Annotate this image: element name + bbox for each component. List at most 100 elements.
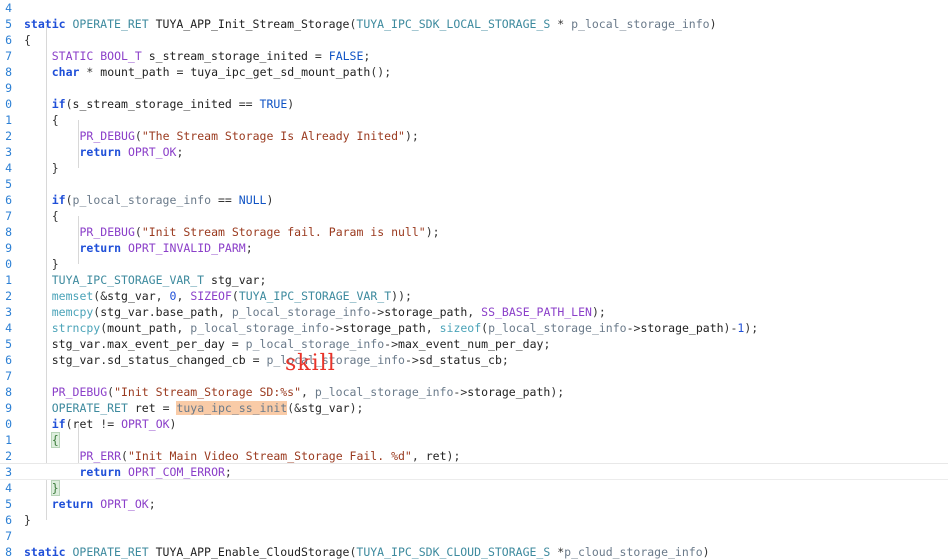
code-line[interactable]: 0 } xyxy=(0,256,948,272)
line-number: 5 xyxy=(5,17,12,31)
code-text: } xyxy=(50,480,60,496)
code-text: TUYA_IPC_STORAGE_VAR_T stg_var; xyxy=(51,273,267,287)
code-line[interactable]: 8 char * mount_path = tuya_ipc_get_sd_mo… xyxy=(0,64,948,80)
line-number: 4 xyxy=(5,161,12,175)
line-number: 4 xyxy=(5,481,12,495)
line-number: 6 xyxy=(5,513,12,527)
code-line[interactable]: 3 return OPRT_COM_ERROR; xyxy=(0,463,948,480)
code-line[interactable]: 4 strncpy(mount_path, p_local_storage_in… xyxy=(0,320,948,336)
code-line[interactable]: 2 memset(&stg_var, 0, SIZEOF(TUYA_IPC_ST… xyxy=(0,288,948,304)
code-line[interactable]: 6 if(p_local_storage_info == NULL) xyxy=(0,192,948,208)
code-text: if(ret != OPRT_OK) xyxy=(51,417,177,431)
line-number: 3 xyxy=(5,465,12,479)
code-line[interactable]: 5 stg_var.max_event_per_day = p_local_st… xyxy=(0,336,948,352)
code-text: return OPRT_OK; xyxy=(51,497,156,511)
code-text: return OPRT_INVALID_PARM; xyxy=(79,241,253,255)
line-number: 5 xyxy=(5,177,12,191)
code-line[interactable]: 0 if(ret != OPRT_OK) xyxy=(0,416,948,432)
code-line[interactable]: 8 PR_DEBUG("Init Stream_Storage SD:%s", … xyxy=(0,384,948,400)
line-number: 8 xyxy=(5,385,12,399)
code-text: return OPRT_COM_ERROR; xyxy=(79,465,232,479)
code-text: PR_DEBUG("Init Stream_Storage SD:%s", p_… xyxy=(51,385,565,399)
line-number: 3 xyxy=(5,305,12,319)
line-number: 9 xyxy=(5,401,12,415)
code-line[interactable]: 4 } xyxy=(0,480,948,496)
code-text: if(s_stream_storage_inited == TRUE) xyxy=(51,97,295,111)
line-number: 5 xyxy=(5,497,12,511)
code-line[interactable]: 1 TUYA_IPC_STORAGE_VAR_T stg_var; xyxy=(0,272,948,288)
code-line[interactable]: 6} xyxy=(0,512,948,528)
line-number: 3 xyxy=(5,145,12,159)
code-text: PR_DEBUG("The Stream Storage Is Already … xyxy=(79,129,419,143)
code-line[interactable]: 1 { xyxy=(0,432,948,448)
code-text: static OPERATE_RET TUYA_APP_Init_Stream_… xyxy=(24,17,717,31)
code-text: char * mount_path = tuya_ipc_get_sd_moun… xyxy=(51,65,392,79)
code-line[interactable]: 8 PR_DEBUG("Init Stream Storage fail. Pa… xyxy=(0,224,948,240)
line-number: 9 xyxy=(5,241,12,255)
code-text: if(p_local_storage_info == NULL) xyxy=(51,193,274,207)
code-text: OPERATE_RET ret = tuya_ipc_ss_init(&stg_… xyxy=(51,401,364,415)
code-text: strncpy(mount_path, p_local_storage_info… xyxy=(51,321,759,335)
line-number: 2 xyxy=(5,449,12,463)
code-line[interactable]: 4 xyxy=(0,0,948,16)
code-text: STATIC BOOL_T s_stream_storage_inited = … xyxy=(51,49,371,63)
code-line[interactable]: 9 xyxy=(0,80,948,96)
code-line[interactable]: 2 PR_DEBUG("The Stream Storage Is Alread… xyxy=(0,128,948,144)
line-number: 7 xyxy=(5,49,12,63)
line-number: 1 xyxy=(5,273,12,287)
code-line[interactable]: 5 static OPERATE_RET TUYA_APP_Init_Stream… xyxy=(0,16,948,32)
code-line[interactable]: 2 PR_ERR("Init Main Video Stream_Storage… xyxy=(0,448,948,464)
line-number: 7 xyxy=(5,209,12,223)
code-line[interactable]: 6{ xyxy=(0,32,948,48)
code-line[interactable]: 5 xyxy=(0,176,948,192)
code-line[interactable]: 0 if(s_stream_storage_inited == TRUE) xyxy=(0,96,948,112)
code-editor[interactable]: 4 5 static OPERATE_RET TUYA_APP_Init_Strea… xyxy=(0,0,948,559)
code-text: stg_var.sd_status_changed_cb = p_local_s… xyxy=(51,353,509,367)
line-number: 0 xyxy=(5,417,12,431)
line-number: 4 xyxy=(5,321,12,335)
code-line[interactable]: 9 return OPRT_INVALID_PARM; xyxy=(0,240,948,256)
line-number: 2 xyxy=(5,129,12,143)
code-line[interactable]: 6 stg_var.sd_status_changed_cb = p_local… xyxy=(0,352,948,368)
line-number: 9 xyxy=(5,81,12,95)
code-line[interactable]: 5 return OPRT_OK; xyxy=(0,496,948,512)
line-number: 6 xyxy=(5,193,12,207)
line-number: 6 xyxy=(5,33,12,47)
line-number: 7 xyxy=(5,529,12,543)
code-text: } xyxy=(51,161,59,175)
code-text: stg_var.max_event_per_day = p_local_stor… xyxy=(51,337,551,351)
code-text: } xyxy=(51,257,59,271)
line-number: 0 xyxy=(5,257,12,271)
code-line[interactable]: 7 xyxy=(0,528,948,544)
code-line[interactable]: 7 { xyxy=(0,208,948,224)
code-line[interactable]: 4 } xyxy=(0,160,948,176)
line-number: 1 xyxy=(5,113,12,127)
code-text: PR_ERR("Init Main Video Stream_Storage F… xyxy=(79,449,461,463)
line-number: 0 xyxy=(5,97,12,111)
code-text: } xyxy=(24,513,31,527)
code-text: { xyxy=(51,209,59,223)
line-number: 7 xyxy=(5,369,12,383)
code-text: { xyxy=(24,33,31,47)
line-number: 2 xyxy=(5,289,12,303)
code-text: memcpy(stg_var.base_path, p_local_storag… xyxy=(51,305,606,319)
code-line[interactable]: 7 xyxy=(0,368,948,384)
line-number: 1 xyxy=(5,433,12,447)
line-number: 4 xyxy=(5,1,12,15)
code-line[interactable]: 3 return OPRT_OK; xyxy=(0,144,948,160)
line-number: 6 xyxy=(5,353,12,367)
line-number: 5 xyxy=(5,337,12,351)
code-text: static OPERATE_RET TUYA_APP_Enable_Cloud… xyxy=(24,545,710,559)
line-number: 8 xyxy=(5,65,12,79)
code-text: { xyxy=(51,113,59,127)
code-line[interactable]: 7 STATIC BOOL_T s_stream_storage_inited … xyxy=(0,48,948,64)
code-text: memset(&stg_var, 0, SIZEOF(TUYA_IPC_STOR… xyxy=(51,289,412,303)
code-line[interactable]: 9 OPERATE_RET ret = tuya_ipc_ss_init(&st… xyxy=(0,400,948,416)
code-line[interactable]: 3 memcpy(stg_var.base_path, p_local_stor… xyxy=(0,304,948,320)
code-text: PR_DEBUG("Init Stream Storage fail. Para… xyxy=(79,225,440,239)
code-line[interactable]: 1 { xyxy=(0,112,948,128)
code-text: { xyxy=(50,432,60,448)
code-text: return OPRT_OK; xyxy=(79,145,184,159)
code-line[interactable]: 8 static OPERATE_RET TUYA_APP_Enable_Clou… xyxy=(0,544,948,560)
line-number: 8 xyxy=(5,225,12,239)
